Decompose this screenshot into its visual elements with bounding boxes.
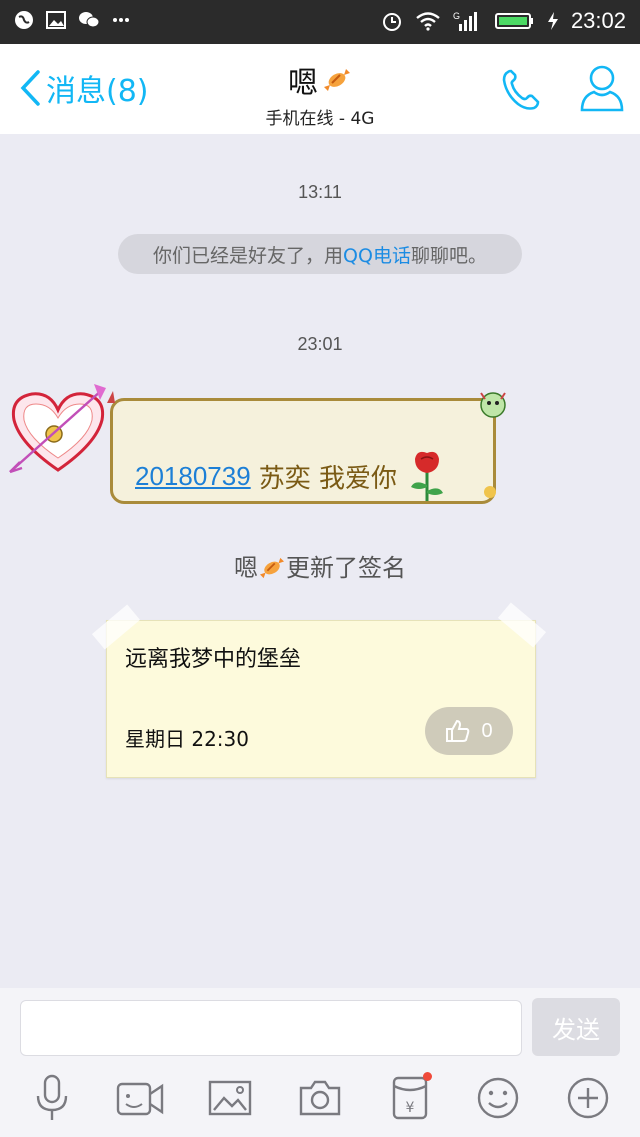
contact-name-row: 嗯 bbox=[288, 58, 352, 102]
cartoon-decoration-icon bbox=[480, 392, 506, 418]
thumbs-up-icon bbox=[446, 719, 470, 742]
svg-text:¥: ¥ bbox=[406, 1100, 415, 1116]
system-message: 你们已经是好友了，用 QQ电话 聊聊吧。 bbox=[118, 234, 522, 274]
like-count: 0 bbox=[481, 719, 493, 742]
message-input[interactable] bbox=[20, 1000, 522, 1056]
wechat-icon bbox=[79, 12, 100, 28]
notification-dot bbox=[423, 1072, 432, 1081]
battery-icon bbox=[494, 13, 533, 29]
photo-button[interactable] bbox=[206, 1072, 254, 1124]
contact-name: 嗯 bbox=[288, 66, 318, 101]
corner-decoration-icon bbox=[484, 486, 496, 498]
more-options-button[interactable] bbox=[564, 1072, 612, 1124]
more-notifications-icon bbox=[113, 18, 129, 22]
signal-icon: G bbox=[453, 11, 477, 31]
chat-header: 消息(8) 嗯 手机在线 - 4G bbox=[0, 44, 640, 134]
plus-icon bbox=[567, 1077, 609, 1119]
corner-decoration-icon bbox=[107, 391, 115, 403]
gallery-icon bbox=[46, 11, 66, 29]
signature-update-notice: 嗯更新了签名 bbox=[0, 548, 640, 583]
message-text-row: 20180739 苏奕 我爱你 bbox=[135, 449, 449, 503]
red-packet-icon: ¥ bbox=[392, 1076, 428, 1120]
phone-call-icon[interactable] bbox=[498, 66, 546, 114]
like-button[interactable]: 0 bbox=[425, 707, 513, 755]
input-bar: 发送 ¥ bbox=[0, 988, 640, 1137]
wifi-icon bbox=[416, 12, 440, 31]
alarm-icon bbox=[382, 13, 401, 31]
rose-icon bbox=[410, 451, 443, 501]
image-icon bbox=[208, 1080, 252, 1116]
timestamp: 13:11 bbox=[298, 182, 342, 202]
candy-icon bbox=[260, 557, 284, 579]
message-text: 苏奕 我爱你 bbox=[258, 463, 397, 494]
tape-decoration bbox=[497, 602, 547, 648]
timestamp: 23:01 bbox=[297, 334, 343, 354]
browser-icon bbox=[15, 11, 33, 29]
system-message-suffix: 聊聊吧。 bbox=[410, 244, 487, 267]
signature-text: 远离我梦中的堡垒 bbox=[125, 647, 302, 672]
notice-text: 更新了签名 bbox=[286, 554, 406, 582]
microphone-icon bbox=[36, 1074, 68, 1120]
voice-button[interactable] bbox=[28, 1072, 76, 1124]
system-message-prefix: 你们已经是好友了，用 bbox=[153, 244, 344, 267]
candy-icon bbox=[324, 69, 350, 91]
signal-label: G bbox=[453, 11, 460, 21]
sender-avatar[interactable] bbox=[6, 378, 110, 482]
contact-profile-icon[interactable] bbox=[578, 62, 626, 114]
clock-time: 23:02 bbox=[570, 8, 626, 33]
video-camera-icon bbox=[116, 1082, 164, 1116]
qq-call-link[interactable]: QQ电话 bbox=[343, 241, 411, 268]
notice-contact-name: 嗯 bbox=[234, 554, 258, 582]
charging-icon bbox=[547, 12, 558, 30]
message-bubble[interactable]: 20180739 苏奕 我爱你 bbox=[107, 391, 506, 504]
smiley-icon bbox=[477, 1077, 519, 1119]
send-button[interactable]: 发送 bbox=[532, 998, 620, 1056]
camera-button[interactable] bbox=[296, 1072, 344, 1124]
status-bar: G 23:02 bbox=[0, 0, 640, 44]
signature-card[interactable]: 远离我梦中的堡垒 星期日 22:30 0 bbox=[91, 602, 547, 778]
emoji-button[interactable] bbox=[474, 1072, 522, 1124]
message-link[interactable]: 20180739 bbox=[135, 461, 251, 492]
video-call-button[interactable] bbox=[116, 1072, 164, 1124]
input-toolbar: ¥ bbox=[0, 1072, 640, 1132]
signature-date: 星期日 22:30 bbox=[125, 727, 249, 751]
camera-icon bbox=[299, 1080, 341, 1116]
red-packet-button[interactable]: ¥ bbox=[386, 1072, 434, 1124]
